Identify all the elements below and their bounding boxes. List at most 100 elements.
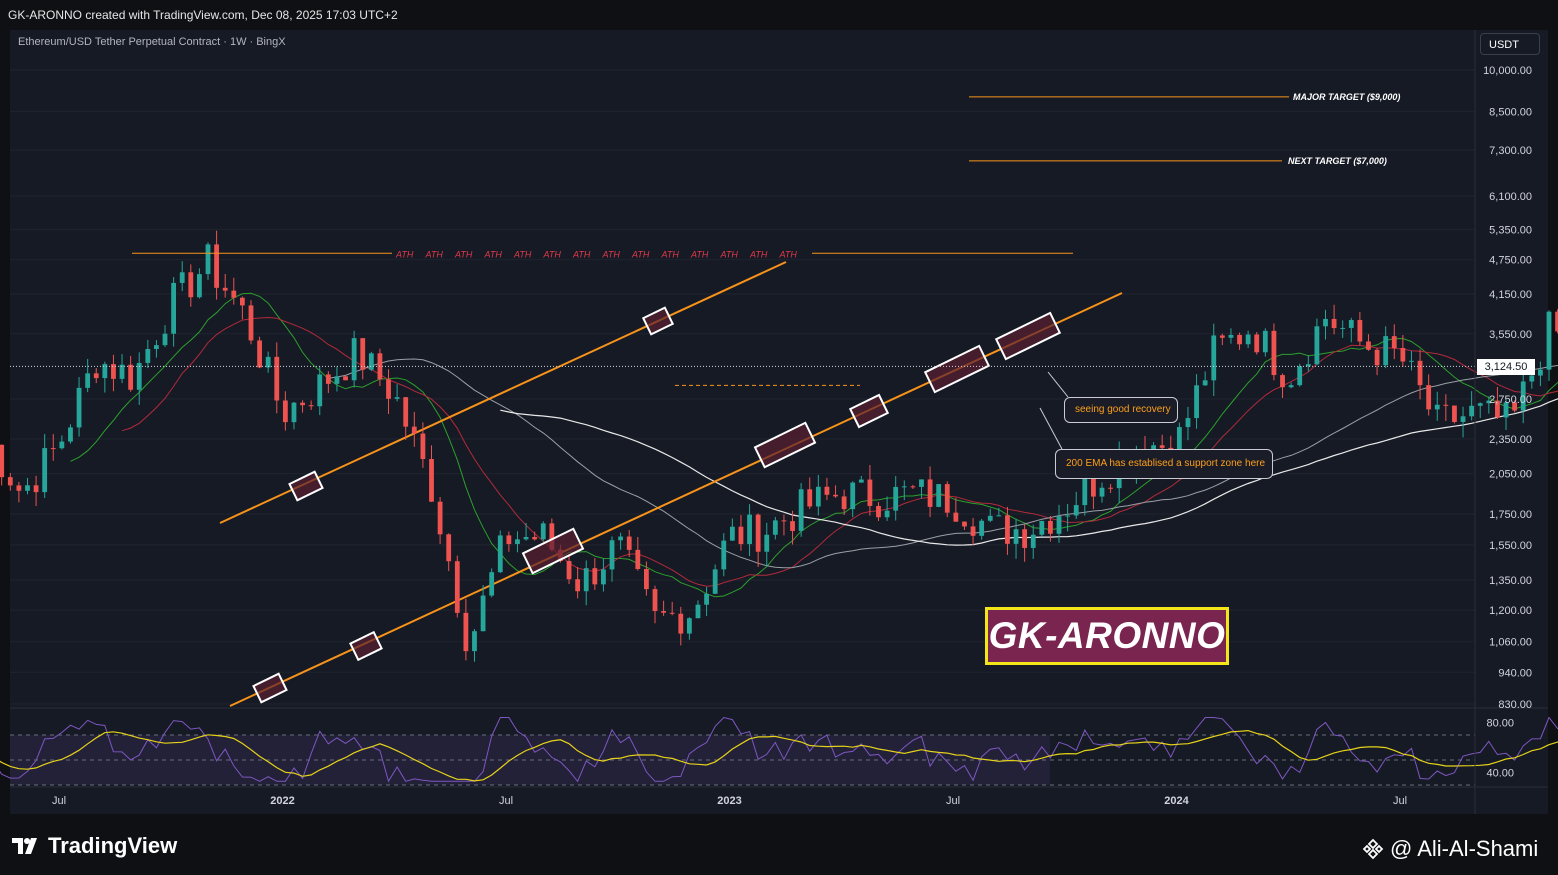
candle-body — [1460, 416, 1466, 422]
candle-body — [403, 397, 409, 427]
candle-body — [738, 526, 744, 545]
candle-body — [566, 561, 572, 580]
ath-label: ATH — [720, 249, 739, 259]
candle-body — [1237, 334, 1242, 345]
candle-body — [1194, 385, 1199, 419]
x-tick-label: 2024 — [1164, 795, 1189, 807]
candle-body — [162, 333, 168, 346]
candle-body — [222, 287, 228, 291]
y-tick-label: 1,060.00 — [1489, 637, 1532, 649]
candle-body — [747, 514, 752, 545]
candle-body — [1323, 318, 1328, 327]
callout-ema-support[interactable]: 200 EMA has establised a support zone he… — [1055, 449, 1273, 479]
candle-body — [1219, 335, 1225, 338]
candle-body — [351, 338, 357, 381]
candle-body — [119, 364, 125, 379]
candle-body — [1477, 403, 1483, 406]
candle-body — [291, 402, 297, 423]
candle-body — [472, 631, 477, 652]
candle-body — [85, 373, 91, 388]
candle-body — [798, 489, 804, 531]
candle-body — [764, 534, 770, 552]
candle-body — [1056, 516, 1062, 534]
candle-body — [661, 611, 666, 613]
candle-body — [1211, 335, 1217, 381]
x-tick-label: Jul — [1393, 795, 1407, 807]
x-tick-label: Jul — [52, 795, 66, 807]
candle-body — [944, 484, 950, 513]
candle-body — [154, 345, 159, 350]
y-tick-label: 830.00 — [1498, 699, 1532, 711]
candle-body — [901, 486, 907, 488]
y-tick-label: 3,550.00 — [1489, 329, 1532, 341]
touch-box — [641, 306, 675, 336]
candle-body — [1314, 326, 1320, 365]
candle-body — [420, 433, 426, 459]
candle-body — [68, 427, 73, 442]
candle-body — [678, 613, 684, 634]
candle-body — [592, 568, 598, 585]
candle-body — [188, 272, 194, 298]
tradingview-brand-text: TradingView — [48, 833, 178, 858]
binance-icon — [1362, 838, 1384, 860]
candle-body — [807, 489, 813, 507]
next-target-label: NEXT TARGET ($7,000) — [1288, 156, 1387, 166]
x-tick-label: 2023 — [717, 795, 741, 807]
candle-body — [1357, 320, 1363, 342]
candle-body — [411, 426, 417, 434]
candle-body — [248, 305, 254, 341]
rsi-panel — [0, 707, 1558, 786]
x-tick-label: 2022 — [270, 795, 294, 807]
candle-body — [179, 272, 185, 283]
candle-body — [42, 448, 48, 493]
y-tick-label: 2,350.00 — [1489, 434, 1532, 446]
y-tick-label: 940.00 — [1498, 667, 1532, 679]
candle-body — [1417, 360, 1423, 386]
candle-body — [1099, 487, 1105, 497]
touch-box — [994, 311, 1062, 361]
candle-body — [257, 340, 262, 368]
candle-body — [790, 521, 795, 531]
candle-body — [480, 595, 486, 632]
major-target-label: MAJOR TARGET ($9,000) — [1293, 92, 1400, 102]
candle-body — [609, 540, 615, 570]
candle-body — [16, 485, 22, 491]
candle-body — [1374, 349, 1380, 366]
candle-body — [601, 569, 606, 585]
candle-body — [1288, 385, 1294, 388]
candle-body — [463, 612, 469, 652]
price-chart[interactable]: ATH ATH ATH ATH ATH ATH ATH ATH ATH ATH ATH ATH ATH A… — [0, 0, 1558, 875]
rsi-tick-label: 80.00 — [1486, 718, 1514, 730]
candle-body — [205, 244, 211, 275]
touch-box — [848, 393, 890, 429]
candle-body — [704, 593, 709, 605]
candle-body — [575, 579, 581, 592]
currency-selector[interactable]: USDT — [1480, 33, 1540, 55]
candle-body — [755, 514, 761, 552]
candle-body — [368, 353, 374, 370]
candle-body — [59, 441, 65, 449]
candle-body — [1297, 366, 1303, 386]
watermark-box: GK-ARONNO — [985, 607, 1229, 665]
candle-body — [1469, 405, 1475, 417]
candle-body — [214, 244, 219, 288]
candle-body — [850, 482, 856, 510]
candle-body — [996, 515, 1002, 517]
ath-label: ATH — [602, 249, 621, 259]
callout-recovery[interactable]: seeing good recovery — [1064, 397, 1178, 423]
candle-body — [197, 274, 202, 298]
candle-body — [669, 612, 675, 614]
candle-body — [540, 523, 546, 540]
candle-body — [1400, 348, 1406, 362]
tradingview-logo-icon — [12, 838, 37, 854]
ath-label: ATH — [572, 249, 591, 259]
ath-label: ATH — [749, 249, 768, 259]
touch-box — [288, 470, 324, 502]
y-tick-label: 6,100.00 — [1489, 191, 1532, 203]
y-tick-label: 2,050.00 — [1489, 469, 1532, 481]
candle-body — [274, 356, 280, 401]
candle-body — [721, 540, 727, 570]
candle-body — [962, 521, 967, 527]
tradingview-logo[interactable]: TradingView — [12, 833, 177, 859]
candle-body — [25, 485, 30, 491]
